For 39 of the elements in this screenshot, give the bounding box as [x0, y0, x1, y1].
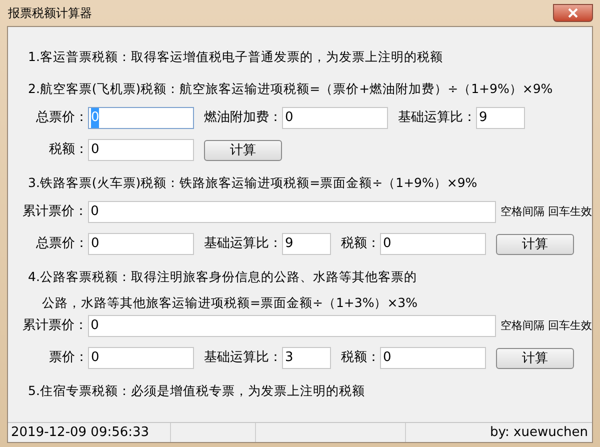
status-author: by: xuewuchen	[489, 424, 589, 442]
field-label: 税额：	[341, 235, 380, 254]
hint-text: 空格间隔 回车生效	[500, 318, 592, 334]
input-field[interactable]: 0	[88, 139, 194, 161]
field-label: 总票价：	[35, 109, 88, 128]
field-label: 税额：	[48, 141, 88, 160]
input-field[interactable]: 0	[88, 315, 496, 337]
section-text: 4.公路客票税额：取得注明旅客身份信息的公路、水路等其他客票的	[27, 268, 418, 286]
section-text: 3.铁路客票(火车票)税额：铁路旅客运输进项税额=票面金额÷（1+9%）×9%	[27, 174, 478, 192]
field-label: 基础运算比：	[204, 235, 282, 254]
input-field[interactable]: 0	[380, 347, 486, 369]
status-time: 2019-12-09 09:56:33	[8, 422, 171, 442]
field-label: 票价：	[48, 349, 88, 368]
close-icon	[568, 8, 578, 18]
section-text: 5.住宿专票税额：必须是增值税专票，为发票上注明的税额	[27, 382, 366, 400]
field-label: 基础运算比：	[204, 349, 282, 368]
section-text: 1.客运普票税额：取得客运增值税电子普通发票的，为发票上注明的税额	[27, 48, 444, 66]
section-text: 公路，水路等其他旅客运输进项税额=票面金额÷（1+3%）×3%	[41, 294, 419, 312]
field-label: 税额：	[341, 349, 380, 368]
calculate-button[interactable]: 计算	[496, 234, 574, 254]
calculate-button[interactable]: 计算	[204, 140, 282, 160]
field-label: 燃油附加费：	[204, 109, 282, 128]
input-field[interactable]: 0	[88, 201, 496, 223]
section-text: 2.航空客票(飞机票)税额：航空旅客运输进项税额=（票价+燃油附加费）÷（1+9%）×9%	[27, 80, 554, 98]
window-title: 报票税额计算器	[7, 5, 92, 22]
input-field[interactable]: 0	[88, 233, 194, 255]
close-button[interactable]	[553, 4, 593, 22]
input-field[interactable]: 3	[282, 347, 331, 369]
input-field[interactable]: 9	[476, 107, 525, 129]
input-field[interactable]: 0	[282, 107, 388, 129]
field-label: 累计票价：	[22, 203, 88, 222]
field-label: 基础运算比：	[398, 109, 476, 128]
input-field[interactable]: 0	[88, 347, 194, 369]
field-label: 总票价：	[35, 235, 88, 254]
calculate-button[interactable]: 计算	[496, 348, 574, 368]
hint-text: 空格间隔 回车生效	[500, 204, 592, 220]
input-field[interactable]: 0	[380, 233, 486, 255]
input-field[interactable]: 9	[282, 233, 331, 255]
field-label: 累计票价：	[22, 317, 88, 336]
